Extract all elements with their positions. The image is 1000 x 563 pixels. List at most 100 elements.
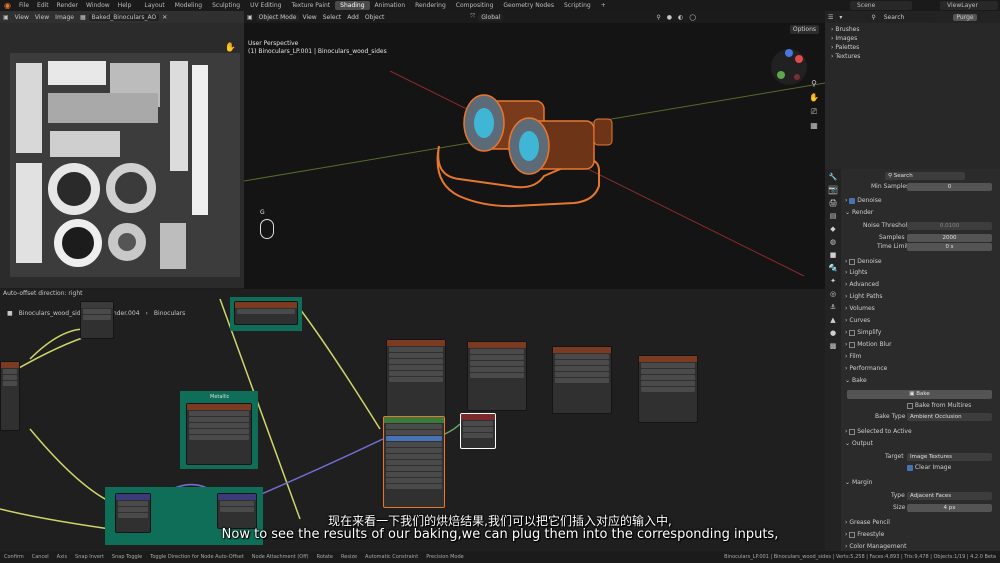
blender-logo-icon[interactable]: ◉: [0, 1, 15, 10]
metallic-frame[interactable]: Metallic: [180, 391, 258, 469]
outliner-item[interactable]: › Textures: [831, 52, 996, 61]
bake-from-multires-row[interactable]: Bake from Multires: [845, 401, 996, 410]
samples-field[interactable]: 2000: [907, 234, 992, 242]
output-tab-icon[interactable]: 🖨: [828, 198, 838, 208]
data-tab-icon[interactable]: ▲: [828, 315, 838, 325]
constraints-tab-icon[interactable]: ⚓: [828, 302, 838, 312]
advanced-subpanel[interactable]: › Advanced: [845, 280, 996, 289]
curves-panel[interactable]: › Curves: [845, 316, 996, 325]
tab-animation[interactable]: Animation: [370, 1, 411, 10]
menu-help[interactable]: Help: [114, 2, 136, 9]
lights-subpanel[interactable]: › Lights: [845, 268, 996, 277]
margin-subpanel[interactable]: ⌄ Margin: [845, 478, 996, 487]
tab-rendering[interactable]: Rendering: [410, 1, 451, 10]
image-icon[interactable]: ▦: [77, 14, 89, 21]
material-output-node[interactable]: [460, 413, 496, 449]
tab-compositing[interactable]: Compositing: [451, 1, 499, 10]
light-paths-panel[interactable]: › Light Paths: [845, 292, 996, 301]
material-tab-icon[interactable]: ●: [828, 328, 838, 338]
principled-bsdf-node[interactable]: [383, 416, 445, 508]
world-tab-icon[interactable]: ◍: [828, 237, 838, 247]
margin-type-dropdown[interactable]: Adjacent Faces: [907, 492, 992, 500]
denoise2-subpanel[interactable]: › Denoise: [845, 257, 996, 266]
menu-edit[interactable]: Edit: [33, 2, 53, 9]
image-texture-node[interactable]: [186, 403, 252, 465]
color-management-panel[interactable]: › Color Management: [845, 542, 996, 551]
outliner-item[interactable]: › Images: [831, 34, 996, 43]
pan-hand-icon[interactable]: ✋: [809, 93, 819, 103]
outliner-type-icon[interactable]: ☰: [825, 14, 836, 21]
scene-selector[interactable]: Scene: [850, 1, 912, 10]
image-view2-menu[interactable]: View: [32, 14, 52, 21]
denoise2-checkbox[interactable]: [849, 258, 856, 265]
zoom-icon[interactable]: ⚲: [809, 79, 819, 89]
modifier-tab-icon[interactable]: 🔩: [828, 263, 838, 273]
simplify-panel[interactable]: › Simplify: [845, 328, 996, 337]
clear-image-row[interactable]: Clear Image: [845, 463, 996, 472]
margin-size-field[interactable]: 4 px: [907, 504, 992, 512]
camera-view-icon[interactable]: ⎚: [809, 107, 819, 117]
shader-node[interactable]: [80, 301, 114, 339]
film-panel[interactable]: › Film: [845, 352, 996, 361]
denoise-subpanel[interactable]: › Denoise: [845, 196, 996, 205]
tab-texture-paint[interactable]: Texture Paint: [286, 1, 335, 10]
physics-tab-icon[interactable]: ◎: [828, 289, 838, 299]
image-texture-node[interactable]: [552, 346, 612, 414]
menu-render[interactable]: Render: [53, 2, 82, 9]
tab-uv-editing[interactable]: UV Editing: [245, 1, 286, 10]
shader-node[interactable]: [234, 301, 298, 325]
volumes-panel[interactable]: › Volumes: [845, 304, 996, 313]
motion-blur-checkbox[interactable]: [849, 341, 856, 348]
target-dropdown[interactable]: Image Textures: [907, 453, 992, 461]
tool-tab-icon[interactable]: 🔧: [828, 172, 838, 182]
outliner-item[interactable]: › Brushes: [831, 25, 996, 34]
object-tab-icon[interactable]: ■: [828, 250, 838, 260]
purge-button[interactable]: Purge: [953, 13, 977, 21]
outliner-item[interactable]: › Palettes: [831, 43, 996, 52]
render-subpanel[interactable]: ⌄ Render: [845, 208, 996, 217]
tab-layout[interactable]: Layout: [139, 1, 169, 10]
3d-viewport[interactable]: ▣ Object Mode View Select Add Object ⤧ G…: [244, 11, 825, 289]
scene-tab-icon[interactable]: ◆: [828, 224, 838, 234]
time-limit-field[interactable]: 0 s: [907, 243, 992, 251]
viewlayer-selector[interactable]: ViewLayer: [940, 1, 998, 10]
hand-pan-icon[interactable]: ✋: [225, 43, 236, 53]
selected-to-active-row[interactable]: › Selected to Active: [845, 427, 996, 436]
shader-node[interactable]: [0, 361, 20, 431]
tab-geometry-nodes[interactable]: Geometry Nodes: [498, 1, 559, 10]
texture-tab-icon[interactable]: ▩: [828, 341, 838, 351]
image-name-field[interactable]: Baked_Binoculars_AO: [88, 13, 160, 21]
add-workspace-icon[interactable]: +: [596, 1, 611, 10]
navigation-gizmo[interactable]: [769, 47, 809, 87]
clear-image-checkbox[interactable]: [907, 464, 913, 471]
output-subpanel[interactable]: ⌄ Output: [845, 439, 996, 448]
outliner-search[interactable]: ⚲ Search: [865, 13, 936, 21]
particles-tab-icon[interactable]: ✦: [828, 276, 838, 286]
properties-search[interactable]: ⚲ Search: [885, 172, 965, 180]
performance-panel[interactable]: › Performance: [845, 364, 996, 373]
editor-type-icon[interactable]: ▣: [0, 14, 12, 21]
close-image-icon[interactable]: ✕: [159, 14, 170, 21]
motion-blur-panel[interactable]: › Motion Blur: [845, 340, 996, 349]
tab-modeling[interactable]: Modeling: [170, 1, 207, 10]
render-tab-icon[interactable]: 📷: [828, 185, 838, 195]
image-texture-node[interactable]: [638, 355, 698, 423]
denoise-checkbox[interactable]: [849, 197, 856, 204]
tab-shading[interactable]: Shading: [335, 1, 370, 10]
selected-to-active-checkbox[interactable]: [849, 428, 856, 435]
menu-file[interactable]: File: [15, 2, 33, 9]
bake-panel[interactable]: ⌄ Bake: [845, 376, 996, 385]
noise-threshold-field[interactable]: 0.0100: [907, 222, 992, 230]
menu-window[interactable]: Window: [82, 2, 114, 9]
bake-from-multires-checkbox[interactable]: [907, 402, 913, 409]
tab-scripting[interactable]: Scripting: [559, 1, 596, 10]
image-menu[interactable]: Image: [52, 14, 77, 21]
min-samples-field[interactable]: 0: [907, 183, 992, 191]
node-frame[interactable]: [230, 297, 302, 331]
bake-button[interactable]: ▣ Bake: [847, 390, 992, 399]
bake-type-dropdown[interactable]: Ambient Occlusion: [907, 413, 992, 421]
simplify-checkbox[interactable]: [849, 329, 856, 336]
display-mode-icon[interactable]: ▾: [836, 14, 845, 21]
grid-toggle-icon[interactable]: ▦: [809, 121, 819, 131]
image-view-menu[interactable]: View: [12, 14, 32, 21]
